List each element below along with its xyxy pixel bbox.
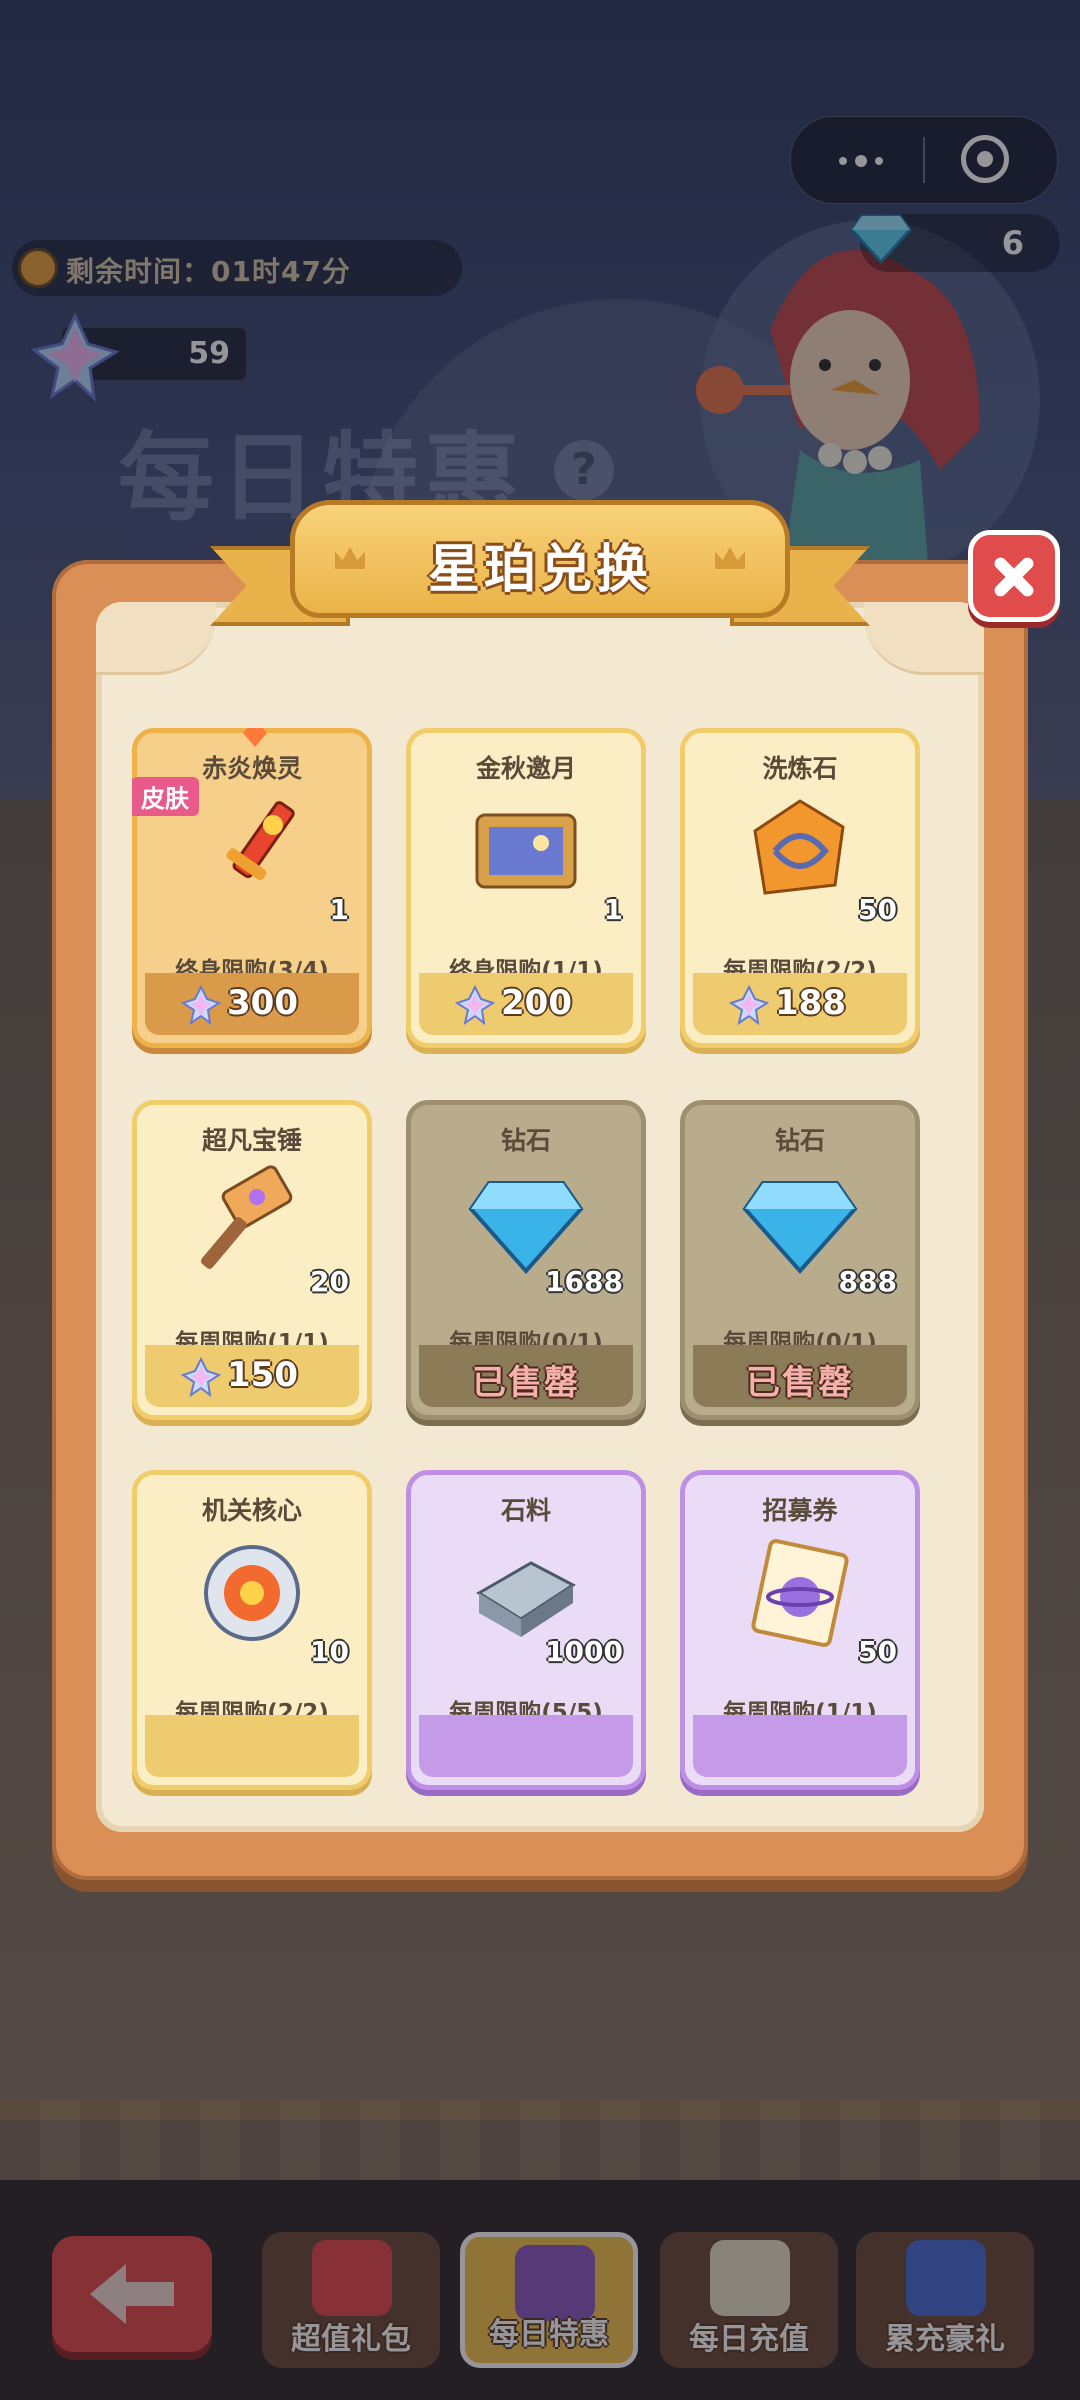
star-crystal-icon: [728, 984, 770, 1026]
price-button[interactable]: 150: [145, 1345, 359, 1407]
item-name: 超凡宝锤: [201, 1126, 302, 1155]
item-name: 洗炼石: [762, 754, 838, 783]
item-quantity: 10: [310, 1635, 349, 1668]
item-price: 200: [501, 983, 572, 1023]
item-card[interactable]: 金秋邀月 1 终身限购(1/1) 200: [406, 728, 646, 1048]
item-name: 机关核心: [201, 1496, 302, 1525]
picture-frame-icon: [461, 791, 591, 911]
item-quantity: 50: [858, 893, 897, 926]
hammer-icon: [187, 1163, 317, 1283]
item-name: 金秋邀月: [475, 754, 576, 783]
mechanism-core-icon: [187, 1533, 317, 1653]
soldout-bar: 已售罄: [419, 1345, 633, 1407]
item-quantity: 1: [603, 893, 623, 926]
modal-title-banner: 星珀兑换: [210, 500, 870, 640]
item-quantity: 20: [310, 1265, 349, 1298]
soldout-bar: 已售罄: [693, 1345, 907, 1407]
star-crystal-icon: [454, 984, 496, 1026]
item-card[interactable]: 机关核心 10 每周限购(2/2): [132, 1470, 372, 1790]
item-grid[interactable]: 赤炎焕灵 皮肤 1 终身限购(3/4) 300 金秋邀月 1 终身限购(1/1) 200 洗炼石 5…: [132, 728, 990, 1802]
item-quantity: 1688: [545, 1265, 623, 1298]
item-price: 150: [227, 1355, 298, 1395]
item-name: 钻石: [500, 1126, 551, 1155]
close-button[interactable]: [968, 530, 1060, 622]
recruit-ticket-icon: [735, 1533, 865, 1653]
soldout-label: 已售罄: [746, 1363, 854, 1403]
item-card[interactable]: 洗炼石 50 每周限购(2/2) 188: [680, 728, 920, 1048]
price-button[interactable]: 188: [693, 973, 907, 1035]
star-exchange-modal: 赤炎焕灵 皮肤 1 终身限购(3/4) 300 金秋邀月 1 终身限购(1/1) 200 洗炼石 5…: [52, 560, 1028, 1880]
price-button[interactable]: [145, 1715, 359, 1777]
item-price: 300: [227, 983, 298, 1023]
item-quantity: 1: [329, 893, 349, 926]
item-card[interactable]: 钻石 888 每周限购(0/1) 已售罄: [680, 1100, 920, 1420]
item-name: 钻石: [774, 1126, 825, 1155]
modal-title: 星珀兑换: [427, 540, 652, 600]
star-crystal-icon: [180, 984, 222, 1026]
price-button[interactable]: 300: [145, 973, 359, 1035]
bottom-dim-overlay: [0, 2180, 1080, 2400]
item-card[interactable]: 钻石 1688 每周限购(0/1) 已售罄: [406, 1100, 646, 1420]
item-name: 石料: [500, 1496, 551, 1525]
sword-icon: [187, 791, 317, 911]
item-quantity: 50: [858, 1635, 897, 1668]
item-card[interactable]: 石料 1000 每周限购(5/5): [406, 1470, 646, 1790]
item-name: 招募券: [762, 1496, 838, 1525]
gem-ornament-icon: [243, 728, 267, 747]
soldout-label: 已售罄: [472, 1363, 580, 1403]
item-card[interactable]: 招募券 50 每周限购(1/1): [680, 1470, 920, 1790]
item-quantity: 1000: [545, 1635, 623, 1668]
item-card[interactable]: 超凡宝锤 20 每周限购(1/1) 150: [132, 1100, 372, 1420]
star-crystal-icon: [180, 1356, 222, 1398]
price-button[interactable]: 200: [419, 973, 633, 1035]
refine-stone-icon: [735, 791, 865, 911]
item-quantity: 888: [838, 1265, 897, 1298]
price-button[interactable]: [693, 1715, 907, 1777]
item-price: 188: [775, 983, 846, 1023]
item-card[interactable]: 赤炎焕灵 皮肤 1 终身限购(3/4) 300: [132, 728, 372, 1048]
price-button[interactable]: [419, 1715, 633, 1777]
